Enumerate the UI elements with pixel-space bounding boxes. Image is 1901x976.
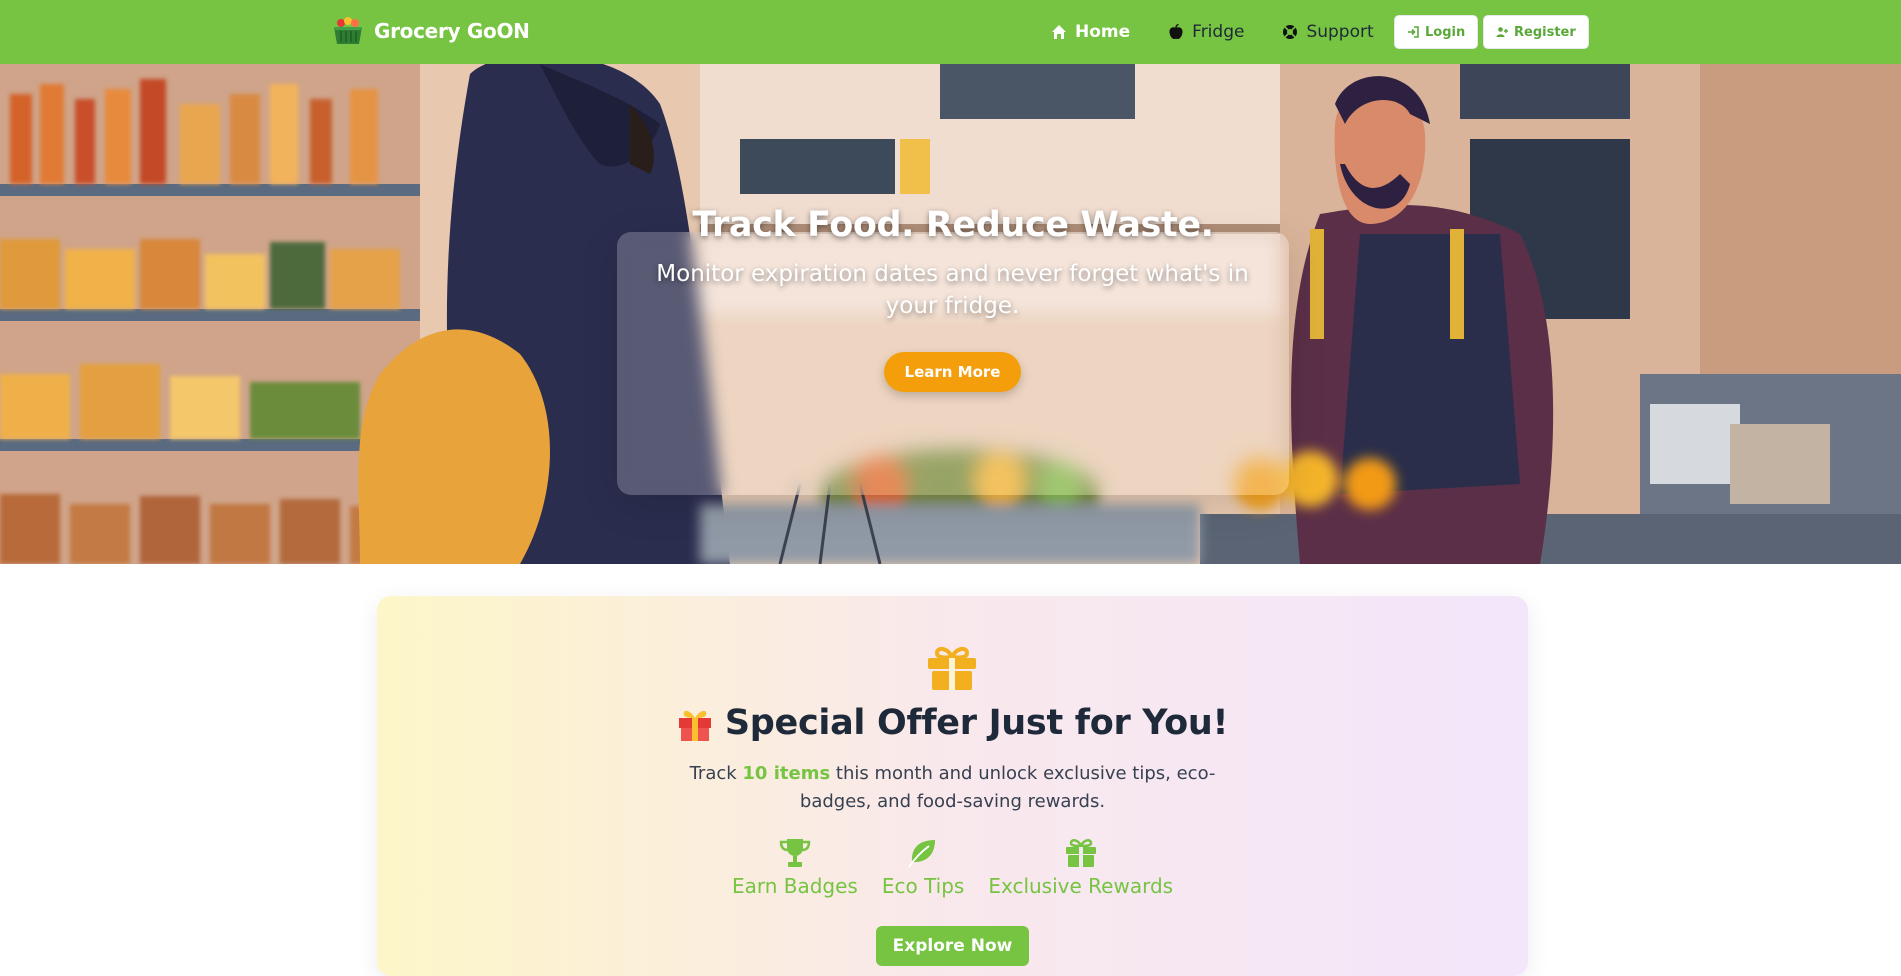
register-button[interactable]: Register — [1483, 15, 1589, 49]
register-label: Register — [1514, 24, 1576, 40]
feature-label: Earn Badges — [731, 874, 858, 898]
user-plus-icon — [1496, 27, 1508, 37]
brand-name: Grocery GoON — [374, 19, 530, 43]
brand-logo[interactable]: Grocery GoON — [332, 15, 530, 47]
lifebuoy-icon — [1283, 25, 1298, 39]
offer-highlight: 10 items — [742, 763, 831, 784]
nav-link-support[interactable]: Support — [1282, 22, 1374, 42]
login-label: Login — [1425, 24, 1466, 40]
login-button[interactable]: Login — [1394, 15, 1479, 49]
feature-earn-badges: Earn Badges — [732, 838, 858, 898]
hero-title: Track Food. Reduce Waste. — [692, 205, 1214, 245]
trophy-icon — [779, 839, 811, 867]
feature-eco-tips: Eco Tips — [881, 838, 965, 898]
basket-icon — [334, 17, 362, 44]
offer-title: Special Offer Just for You! — [724, 703, 1229, 743]
nav-link-label: Fridge — [1192, 22, 1245, 42]
offer-text-before: Track — [689, 763, 743, 784]
apple-icon — [1169, 24, 1183, 40]
feature-label: Eco Tips — [881, 874, 965, 898]
leaf-icon — [908, 840, 936, 868]
feature-label: Exclusive Rewards — [988, 874, 1174, 898]
nav-link-home[interactable]: Home — [1051, 22, 1130, 42]
nav-link-label: Support — [1306, 22, 1374, 42]
hero-subtitle: Monitor expiration dates and never forge… — [656, 261, 1249, 319]
home-icon — [1052, 25, 1066, 39]
gift-icon — [1065, 839, 1096, 867]
feature-exclusive-rewards: Exclusive Rewards — [988, 838, 1173, 898]
gift-emoji-icon — [678, 710, 711, 741]
learn-more-button[interactable]: Learn More — [884, 352, 1021, 392]
offer-heading: Special Offer Just for You! — [377, 703, 1528, 743]
gift-icon — [928, 646, 976, 690]
offer-text-after: this month and unlock exclusive tips, ec… — [799, 763, 1216, 812]
explore-now-button[interactable]: Explore Now — [876, 926, 1029, 966]
nav-link-fridge[interactable]: Fridge — [1168, 22, 1244, 42]
nav-links: Home Fridge Support — [1051, 0, 1412, 64]
navbar: Grocery GoON Home Fridge Support Login R… — [0, 0, 1901, 64]
nav-link-label: Home — [1075, 22, 1131, 42]
sign-in-icon — [1408, 26, 1419, 38]
offer-features: Earn Badges Eco Tips Exclusive Rewards — [377, 838, 1528, 898]
offer-description: Track 10 items this month and unlock exc… — [677, 760, 1228, 816]
